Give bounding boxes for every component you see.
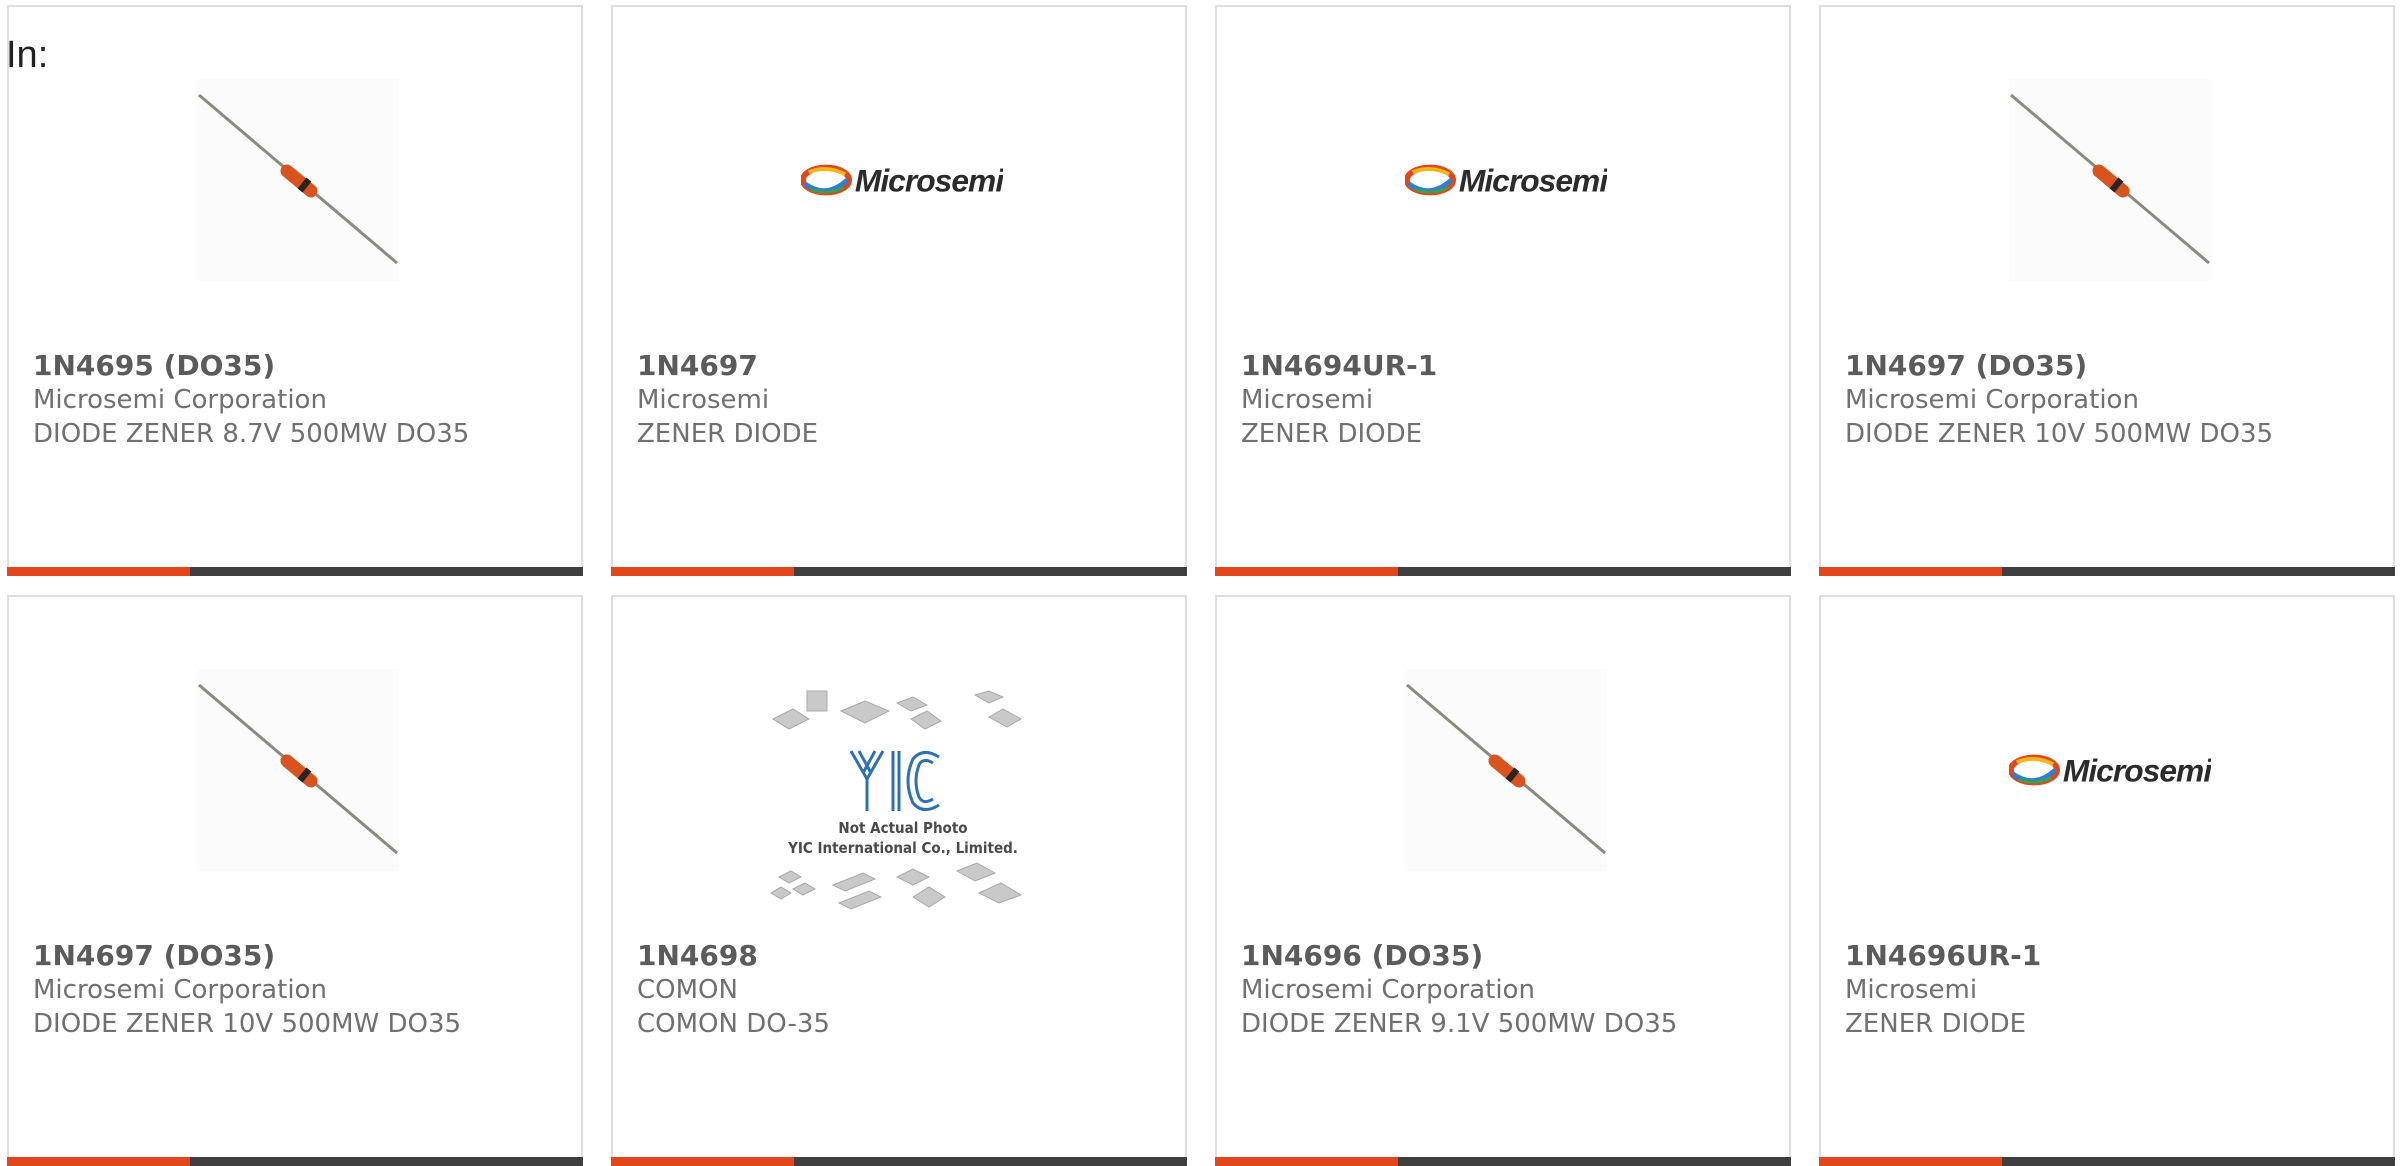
product-image[interactable]: [2009, 79, 2211, 281]
card-bottom-bar: [7, 1157, 583, 1166]
description: DIODE ZENER 9.1V 500MW DO35: [1241, 1009, 1678, 1039]
diode-icon: [197, 79, 399, 281]
part-number-link[interactable]: 1N4695 (DO35): [33, 349, 469, 383]
diode-icon: [197, 669, 399, 871]
card-bottom-bar: [1819, 567, 2395, 576]
card-accent-bar: [1215, 1157, 1398, 1166]
part-number-link[interactable]: 1N4694UR-1: [1241, 349, 1437, 383]
card-accent-bar: [1819, 1157, 2002, 1166]
in-label: In:: [6, 34, 49, 76]
card-accent-bar: [611, 1157, 794, 1166]
product-image[interactable]: [1405, 669, 1607, 871]
svg-text:Microsemi: Microsemi: [2063, 753, 2211, 789]
manufacturer: Microsemi: [1845, 975, 1978, 1005]
card-accent-bar: [1215, 567, 1398, 576]
card-accent-bar: [1819, 567, 2002, 576]
svg-text:YIC International Co., Limited: YIC International Co., Limited.: [787, 839, 1018, 857]
part-number-link[interactable]: 1N4696 (DO35): [1241, 939, 1677, 973]
manufacturer: COMON: [637, 975, 738, 1005]
diode-icon: [2009, 79, 2211, 281]
product-image[interactable]: Microsemi: [1405, 79, 1607, 281]
card-accent-bar: [7, 567, 190, 576]
product-image[interactable]: [197, 79, 399, 281]
microsemi-logo-icon: Microsemi: [801, 163, 1003, 199]
product-card[interactable]: Not Actual Photo YIC International Co., …: [611, 595, 1187, 1166]
product-card[interactable]: 1N4697 (DO35) Microsemi Corporation DIOD…: [1819, 5, 2395, 576]
microsemi-logo-icon: Microsemi: [2009, 753, 2211, 789]
product-image[interactable]: Microsemi: [2009, 669, 2211, 871]
description: ZENER DIODE: [1241, 419, 1423, 449]
product-card[interactable]: Microsemi 1N4697 Microsemi ZENER DIODE: [611, 5, 1187, 576]
card-accent-bar: [611, 567, 794, 576]
description: DIODE ZENER 8.7V 500MW DO35: [33, 419, 470, 449]
part-number-link[interactable]: 1N4696UR-1: [1845, 939, 2041, 973]
yic-placeholder-icon: Not Actual Photo YIC International Co., …: [770, 690, 1023, 910]
description: ZENER DIODE: [1845, 1009, 2027, 1039]
manufacturer: Microsemi Corporation: [1241, 975, 1535, 1005]
card-bottom-bar: [611, 1157, 1187, 1166]
microsemi-logo-icon: Microsemi: [1405, 163, 1607, 199]
product-card[interactable]: 1N4695 (DO35) Microsemi Corporation DIOD…: [7, 5, 583, 576]
manufacturer: Microsemi Corporation: [33, 385, 327, 415]
svg-text:Not Actual Photo: Not Actual Photo: [838, 819, 967, 837]
product-grid: 1N4695 (DO35) Microsemi Corporation DIOD…: [0, 0, 2400, 1166]
product-card[interactable]: 1N4697 (DO35) Microsemi Corporation DIOD…: [7, 595, 583, 1166]
description: COMON DO-35: [637, 1009, 830, 1039]
part-number-link[interactable]: 1N4698: [637, 939, 830, 973]
description: DIODE ZENER 10V 500MW DO35: [33, 1009, 462, 1039]
product-card[interactable]: Microsemi 1N4694UR-1 Microsemi ZENER DIO…: [1215, 5, 1791, 576]
product-image[interactable]: [197, 669, 399, 871]
manufacturer: Microsemi Corporation: [33, 975, 327, 1005]
svg-text:Microsemi: Microsemi: [1459, 163, 1607, 199]
card-bottom-bar: [1215, 1157, 1791, 1166]
diode-icon: [1405, 669, 1607, 871]
card-bottom-bar: [1215, 567, 1791, 576]
product-card[interactable]: Microsemi 1N4696UR-1 Microsemi ZENER DIO…: [1819, 595, 2395, 1166]
product-image[interactable]: Microsemi: [801, 79, 1003, 281]
part-number-link[interactable]: 1N4697 (DO35): [33, 939, 461, 973]
product-card[interactable]: 1N4696 (DO35) Microsemi Corporation DIOD…: [1215, 595, 1791, 1166]
part-number-link[interactable]: 1N4697 (DO35): [1845, 349, 2273, 383]
description: ZENER DIODE: [637, 419, 819, 449]
card-bottom-bar: [1819, 1157, 2395, 1166]
product-image[interactable]: Not Actual Photo YIC International Co., …: [763, 689, 1043, 939]
svg-text:Microsemi: Microsemi: [855, 163, 1003, 199]
card-bottom-bar: [7, 567, 583, 576]
manufacturer: Microsemi Corporation: [1845, 385, 2139, 415]
description: DIODE ZENER 10V 500MW DO35: [1845, 419, 2274, 449]
card-accent-bar: [7, 1157, 190, 1166]
card-bottom-bar: [611, 567, 1187, 576]
manufacturer: Microsemi: [637, 385, 770, 415]
part-number-link[interactable]: 1N4697: [637, 349, 818, 383]
manufacturer: Microsemi: [1241, 385, 1374, 415]
